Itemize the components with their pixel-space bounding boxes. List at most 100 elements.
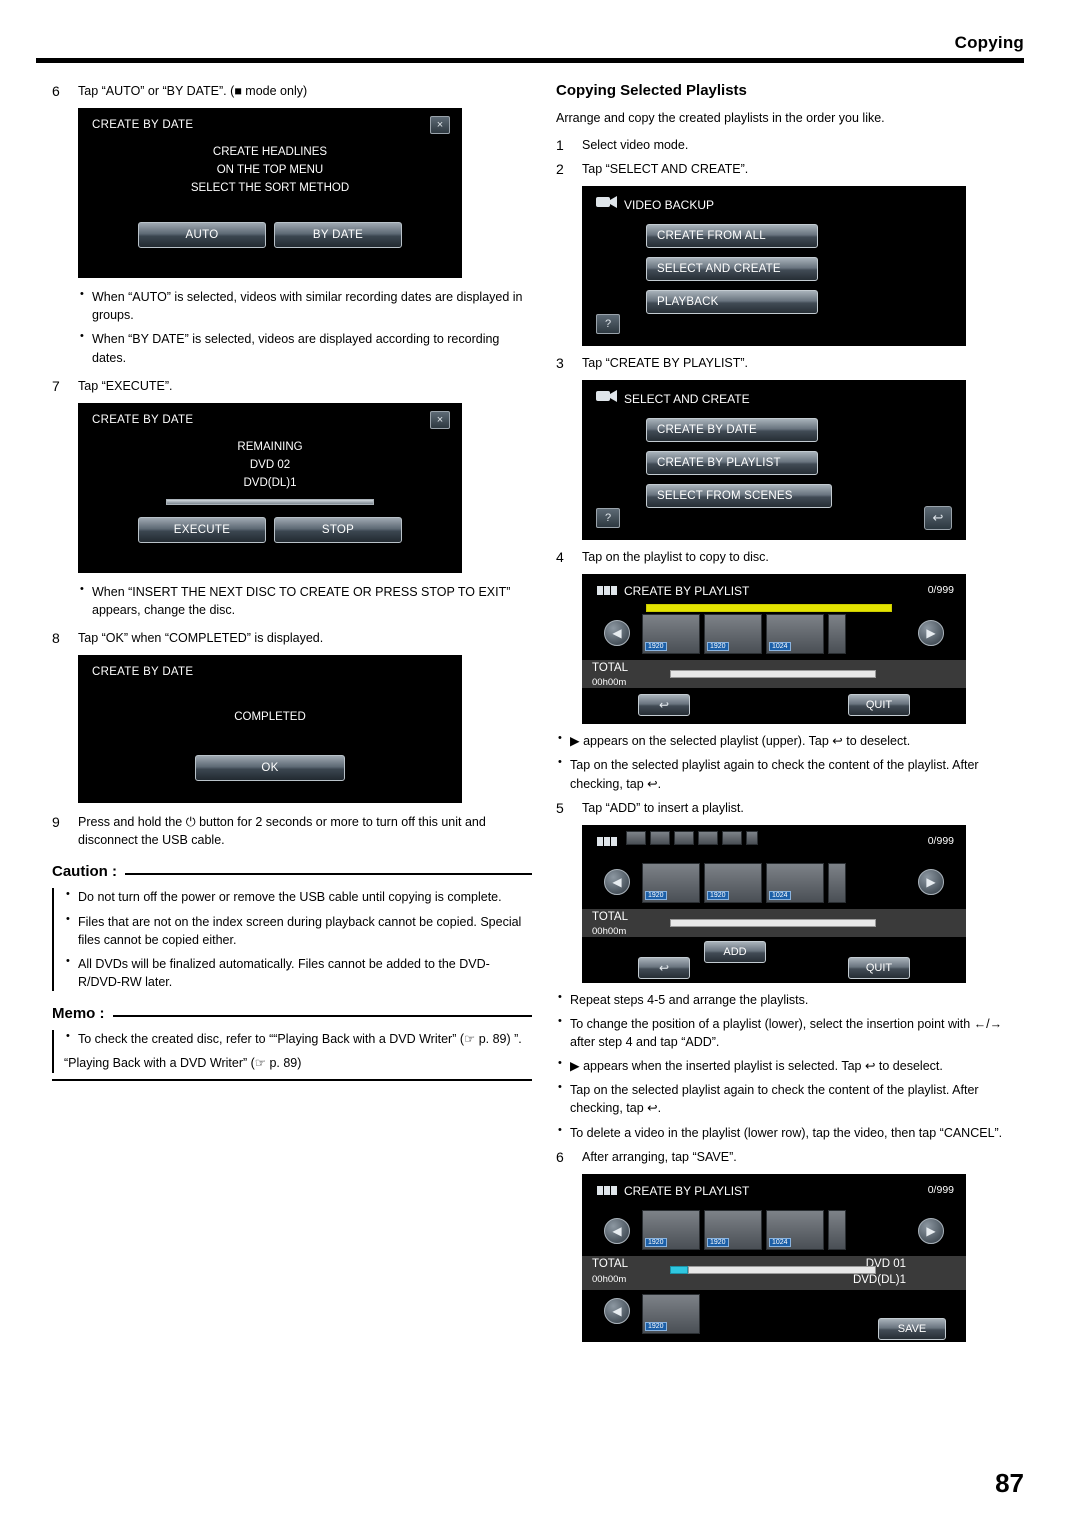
memo-box: To check the created disc, refer to ““Pl… bbox=[52, 1029, 532, 1073]
step-text: Tap “EXECUTE”. bbox=[78, 378, 173, 393]
caution-box: Do not turn off the power or remove the … bbox=[52, 887, 532, 991]
thumbnail-resolution: 1920 bbox=[645, 1237, 667, 1247]
back-icon[interactable]: ↩ bbox=[638, 956, 690, 979]
bullet-change-position: To change the position of a playlist (lo… bbox=[556, 1014, 1026, 1051]
screen-title: CREATE BY PLAYLIST bbox=[624, 584, 750, 599]
quit-button[interactable]: QUIT bbox=[848, 956, 910, 979]
step-text: Select video mode. bbox=[582, 137, 689, 152]
close-icon[interactable]: × bbox=[430, 116, 450, 135]
caution-item: Do not turn off the power or remove the … bbox=[64, 887, 532, 906]
select-and-create-button[interactable]: SELECT AND CREATE bbox=[646, 257, 818, 281]
close-icon[interactable]: × bbox=[430, 410, 450, 429]
screen-create-by-date-completed: CREATE BY DATE COMPLETED OK bbox=[78, 655, 462, 804]
create-by-date-button[interactable]: CREATE BY DATE bbox=[646, 418, 818, 443]
help-icon[interactable]: ? bbox=[596, 508, 620, 529]
bullet-insert-disc: When “INSERT THE NEXT DISC TO CREATE OR … bbox=[78, 582, 532, 619]
thumbnail-small[interactable] bbox=[722, 830, 742, 845]
section-intro: Arrange and copy the created playlists i… bbox=[556, 111, 885, 125]
step-number: 2 bbox=[556, 160, 564, 177]
thumbnail-small[interactable] bbox=[746, 830, 758, 845]
select-from-scenes-button[interactable]: SELECT FROM SCENES bbox=[646, 484, 832, 509]
step-8-left: 8 Tap “OK” when “COMPLETED” is displayed… bbox=[52, 629, 532, 647]
execute-button[interactable]: EXECUTE bbox=[138, 516, 266, 543]
next-arrow-icon[interactable]: ▶ bbox=[918, 1217, 944, 1244]
thumbnail[interactable]: 1024 bbox=[766, 1209, 824, 1250]
by-date-button[interactable]: BY DATE bbox=[274, 222, 402, 249]
total-time: 00h00m bbox=[592, 677, 627, 689]
total-label: TOTAL bbox=[592, 910, 628, 923]
quit-button[interactable]: QUIT bbox=[848, 694, 910, 717]
screen-create-by-date-remaining: CREATE BY DATE × REMAINING DVD 02 DVD(DL… bbox=[78, 402, 462, 573]
step-number: 9 bbox=[52, 814, 60, 831]
prev-arrow-icon[interactable]: ◀ bbox=[604, 1217, 630, 1244]
step-text: After arranging, tap “SAVE”. bbox=[582, 1149, 737, 1164]
auto-button[interactable]: AUTO bbox=[138, 222, 266, 249]
caution-item: Files that are not on the index screen d… bbox=[64, 911, 532, 949]
header-rule bbox=[36, 58, 1024, 63]
screen-line-1: REMAINING bbox=[237, 440, 303, 453]
stop-button[interactable]: STOP bbox=[274, 516, 402, 543]
thumbnail-small[interactable] bbox=[674, 830, 694, 845]
create-from-all-button[interactable]: CREATE FROM ALL bbox=[646, 224, 818, 248]
step-text: Tap “OK” when “COMPLETED” is displayed. bbox=[78, 631, 324, 645]
thumbnail[interactable]: 1920 bbox=[642, 1293, 700, 1334]
step-number: 1 bbox=[556, 136, 564, 153]
next-arrow-icon[interactable]: ▶ bbox=[918, 620, 944, 647]
memo-body: To check the created disc, refer to ““Pl… bbox=[52, 1029, 532, 1073]
caution-header: Caution : bbox=[52, 863, 532, 880]
step-3-right: 3 Tap “CREATE BY PLAYLIST”. bbox=[556, 354, 1026, 372]
capacity-used-bar bbox=[670, 1265, 688, 1274]
playlist-icon bbox=[596, 1182, 618, 1198]
prev-arrow-icon[interactable]: ◀ bbox=[604, 868, 630, 895]
thumbnail-resolution: 1024 bbox=[769, 1237, 791, 1247]
thumbnail[interactable]: 1920 bbox=[642, 1209, 700, 1250]
thumbnail[interactable]: 1024 bbox=[766, 862, 824, 903]
step-2-right: 2 Tap “SELECT AND CREATE”. bbox=[556, 160, 1026, 178]
add-button[interactable]: ADD bbox=[704, 940, 766, 963]
thumbnail[interactable]: 1920 bbox=[642, 614, 700, 655]
bullet-selected-playlist: ▶ appears on the selected playlist (uppe… bbox=[556, 731, 1026, 750]
playlist-icon bbox=[596, 582, 618, 598]
screen-title: CREATE BY DATE bbox=[92, 666, 194, 679]
thumbnail-resolution: 1024 bbox=[769, 890, 791, 900]
screen-line-1: CREATE HEADLINES bbox=[212, 146, 328, 159]
bullet-check-content-2: Tap on the selected playlist again to ch… bbox=[556, 1080, 1026, 1117]
thumbnail-small[interactable] bbox=[698, 830, 718, 845]
back-icon[interactable]: ↩ bbox=[924, 506, 952, 531]
prev-arrow-icon[interactable]: ◀ bbox=[604, 620, 630, 647]
thumbnail[interactable]: 1920 bbox=[704, 1209, 762, 1250]
section-title: Copying Selected Playlists bbox=[556, 82, 747, 99]
right-column: Copying Selected Playlists Arrange and c… bbox=[556, 82, 1026, 1350]
thumbnail-partial[interactable] bbox=[828, 862, 846, 903]
create-by-playlist-button[interactable]: CREATE BY PLAYLIST bbox=[646, 451, 818, 476]
thumbnail-small[interactable] bbox=[626, 830, 646, 845]
total-label: TOTAL bbox=[592, 1257, 628, 1270]
left-column: 6 Tap “AUTO” or “BY DATE”. (■ mode only)… bbox=[52, 82, 532, 1081]
step-text: Tap “CREATE BY PLAYLIST”. bbox=[582, 356, 749, 370]
step-9-left: 9 Press and hold the ⏻ button for 2 seco… bbox=[52, 813, 532, 849]
ok-button[interactable]: OK bbox=[195, 755, 345, 782]
lower-prev-arrow-icon[interactable]: ◀ bbox=[604, 1297, 630, 1324]
thumbnail[interactable]: 1920 bbox=[704, 862, 762, 903]
thumbnail-partial[interactable] bbox=[828, 614, 846, 655]
screen-line-2: ON THE TOP MENU bbox=[216, 164, 324, 177]
next-arrow-icon[interactable]: ▶ bbox=[918, 868, 944, 895]
thumbnail-resolution: 1920 bbox=[707, 642, 729, 652]
thumbnail[interactable]: 1920 bbox=[642, 862, 700, 903]
memo-bottom-rule bbox=[52, 1078, 532, 1081]
screen-line-2: DVD 02 bbox=[249, 458, 291, 471]
screen-create-by-date-sort: CREATE BY DATE × CREATE HEADLINES ON THE… bbox=[78, 108, 462, 279]
playback-button[interactable]: PLAYBACK bbox=[646, 290, 818, 314]
screen-title: SELECT AND CREATE bbox=[624, 392, 750, 407]
thumbnail[interactable]: 1920 bbox=[704, 614, 762, 655]
thumbnail-partial[interactable] bbox=[828, 1209, 846, 1250]
step-text: Tap “ADD” to insert a playlist. bbox=[582, 800, 744, 815]
memo-link[interactable]: “Playing Back with a DVD Writer” (☞ p. 8… bbox=[64, 1054, 532, 1073]
back-icon[interactable]: ↩ bbox=[638, 694, 690, 717]
playlist-count: 0/999 bbox=[927, 1183, 954, 1196]
page-number: 87 bbox=[995, 1468, 1024, 1498]
thumbnail[interactable]: 1024 bbox=[766, 614, 824, 655]
thumbnail-small[interactable] bbox=[650, 830, 670, 845]
help-icon[interactable]: ? bbox=[596, 314, 620, 334]
save-button[interactable]: SAVE bbox=[878, 1317, 946, 1340]
